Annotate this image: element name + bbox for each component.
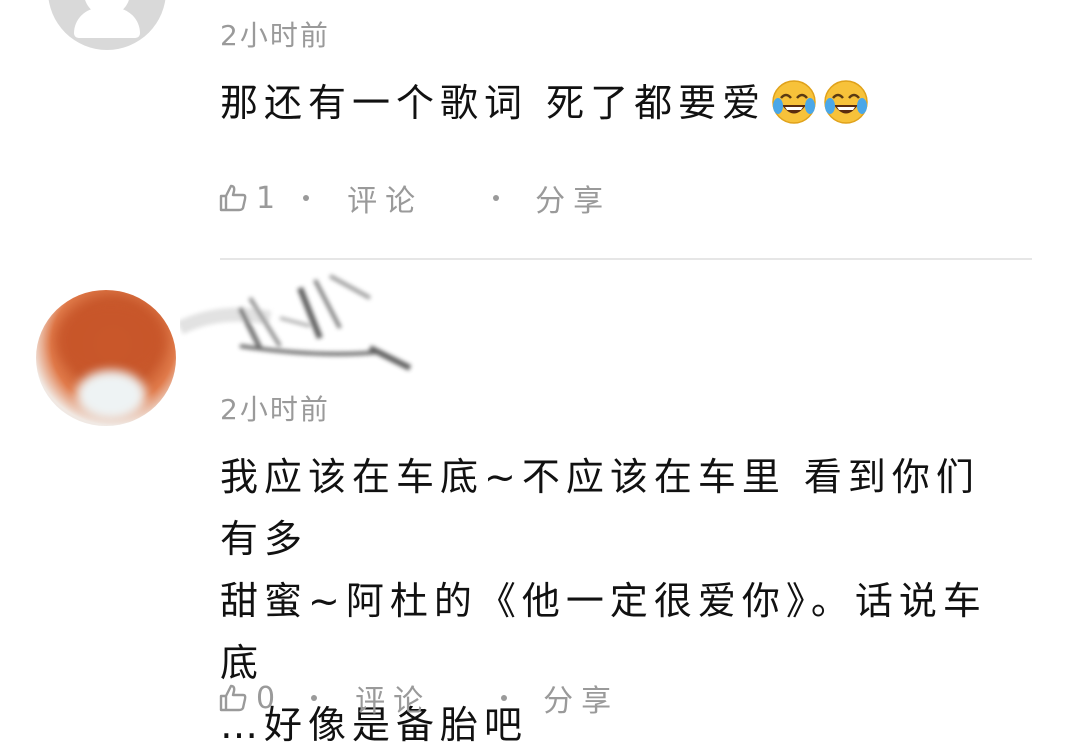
comment-text-line: 我应该在车底~不应该在车里 看到你们有多 bbox=[220, 455, 980, 561]
like-count: 0 bbox=[256, 680, 276, 716]
thumbs-up-icon[interactable] bbox=[218, 683, 248, 713]
avatar-placeholder-body bbox=[74, 8, 140, 38]
comment-text-line: 甜蜜~阿杜的《他一定很爱你》。话说车底 bbox=[220, 579, 987, 685]
tears-of-joy-icon bbox=[772, 80, 816, 124]
avatar-photo-blur bbox=[56, 300, 166, 380]
comment-text-body: 那还有一个歌词 死了都要爱 bbox=[220, 81, 767, 125]
comment-actions: 1 评论 分享 bbox=[218, 176, 611, 220]
reply-button[interactable]: 评论 bbox=[355, 676, 431, 720]
comment-timestamp: 2小时前 bbox=[220, 393, 330, 426]
comment-timestamp: 2小时前 bbox=[220, 19, 330, 52]
avatar[interactable] bbox=[48, 0, 166, 50]
separator-dot bbox=[311, 695, 318, 701]
comment-item: 2小时前 那还有一个歌词 死了都要爱 1 评论 分享 bbox=[0, 0, 1080, 258]
comment-actions: 0 评论 分享 bbox=[218, 676, 619, 720]
thumbs-up-icon[interactable] bbox=[218, 183, 248, 213]
comment-text: 那还有一个歌词 死了都要爱 bbox=[220, 72, 1020, 134]
separator-dot bbox=[493, 195, 500, 201]
avatar[interactable] bbox=[36, 290, 176, 426]
reply-button[interactable]: 评论 bbox=[347, 176, 423, 220]
avatar-photo-blur bbox=[76, 370, 146, 420]
share-button[interactable]: 分享 bbox=[543, 676, 619, 720]
separator-dot bbox=[303, 195, 310, 201]
share-button[interactable]: 分享 bbox=[535, 176, 611, 220]
separator-dot bbox=[501, 695, 508, 701]
tears-of-joy-icon bbox=[824, 80, 868, 124]
like-count: 1 bbox=[256, 180, 276, 216]
redacted-username bbox=[180, 274, 412, 371]
